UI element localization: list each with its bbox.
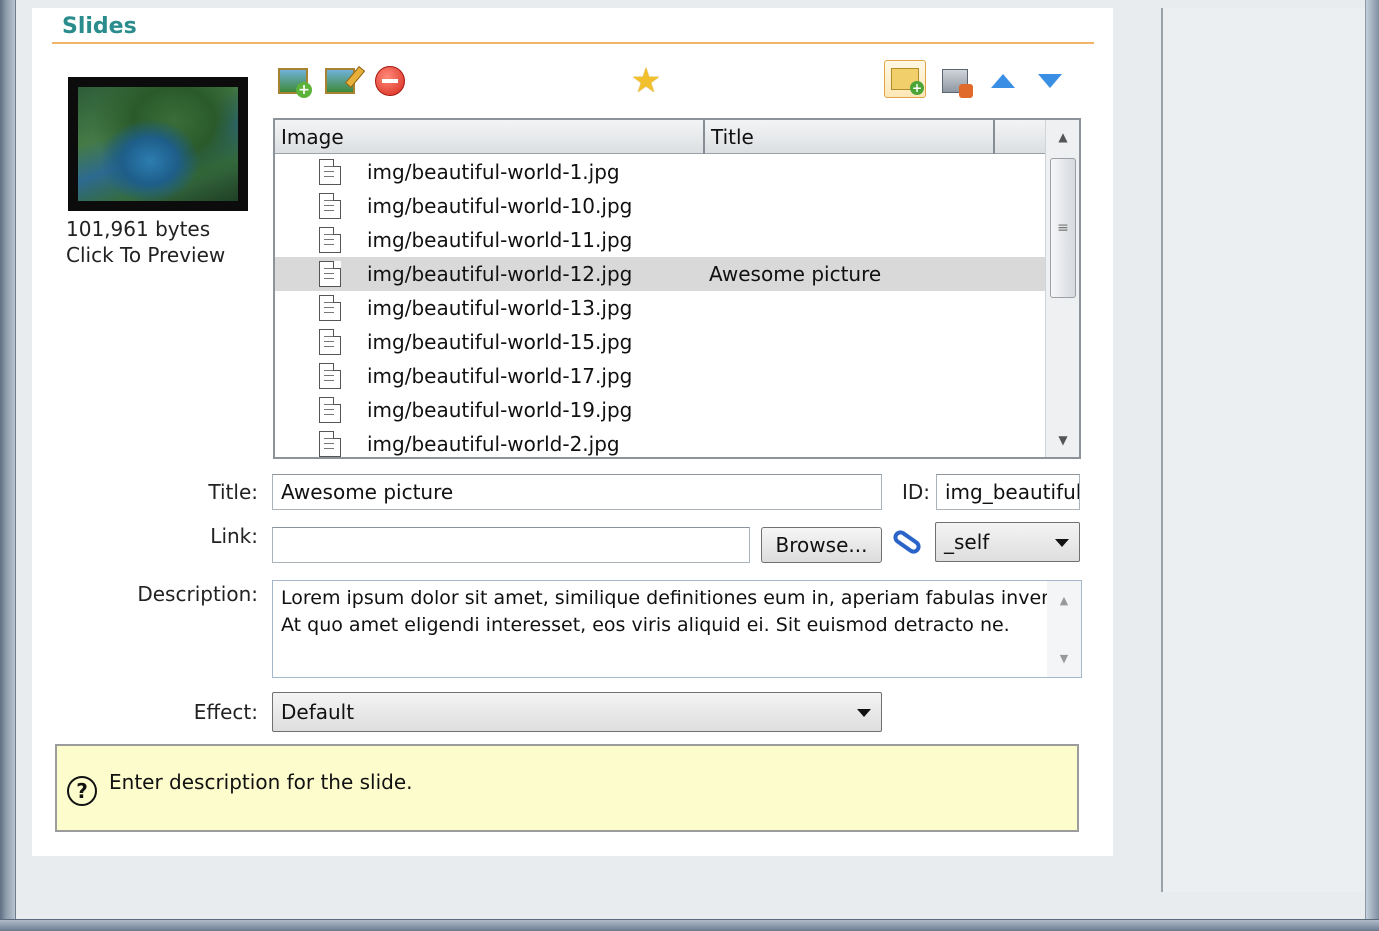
list-row[interactable]: img/beautiful-world-17.jpg [275,359,1045,393]
description-line-1: Lorem ipsum dolor sit amet, similique de… [281,587,1059,609]
file-size: 101,961 bytes [66,217,211,241]
preview-meta: 101,961 bytes Click To Preview [66,216,225,268]
window-bottom-border [0,919,1379,931]
add-image-button[interactable]: + [276,64,312,98]
attach-link-icon[interactable] [890,527,924,557]
link-label: Link: [210,524,258,548]
file-icon [319,261,341,287]
file-icon [319,159,341,185]
file-icon [319,431,341,457]
browse-button[interactable]: Browse... [761,527,882,563]
column-header-image[interactable]: Image [275,120,705,154]
row-image-path: img/beautiful-world-10.jpg [367,194,633,218]
row-image-path: img/beautiful-world-11.jpg [367,228,633,252]
slides-list[interactable]: Image Title img/beautiful-world-1.jpg im… [273,118,1081,459]
description-label: Description: [137,582,258,606]
window-right-border [1365,0,1379,931]
section-title: Slides [62,14,137,39]
id-input[interactable]: img_beautiful [936,474,1080,510]
set-default-button[interactable]: ★ [629,64,663,98]
effect-select[interactable]: Default [272,692,882,732]
effect-value: Default [281,700,355,724]
scroll-up-icon[interactable]: ▲ [1047,585,1081,615]
title-input[interactable]: Awesome picture [272,474,882,510]
list-header: Image Title [275,120,1045,154]
column-header-spacer [995,120,1045,154]
target-select[interactable]: _self [935,522,1080,562]
list-row[interactable]: img/beautiful-world-10.jpg [275,189,1045,223]
id-label: ID: [901,480,930,504]
title-label: Title: [208,480,258,504]
delete-button[interactable] [373,64,407,98]
thumbnail-image [78,87,238,201]
list-row-selected[interactable]: img/beautiful-world-12.jpg Awesome pictu… [275,257,1045,291]
row-image-path: img/beautiful-world-1.jpg [367,160,620,184]
scroll-up-icon[interactable]: ▲ [1046,120,1079,154]
scroll-down-icon[interactable]: ▼ [1046,423,1079,457]
list-row[interactable]: img/beautiful-world-15.jpg [275,325,1045,359]
row-image-path: img/beautiful-world-13.jpg [367,296,633,320]
row-image-path: img/beautiful-world-12.jpg [367,262,633,286]
help-text: Enter description for the slide. [109,770,413,794]
preview-thumbnail[interactable] [68,77,248,211]
add-folder-button[interactable]: + [884,60,926,98]
row-image-path: img/beautiful-world-17.jpg [367,364,633,388]
link-input[interactable] [272,527,750,563]
delete-icon [375,66,405,96]
list-scrollbar[interactable]: ▲ ≡ ▼ [1045,120,1079,457]
target-value: _self [944,530,990,554]
row-image-path: img/beautiful-world-15.jpg [367,330,633,354]
description-line-2: At quo amet eligendi interesset, eos vir… [281,614,1010,636]
right-side-panel [1161,8,1365,892]
list-row[interactable]: img/beautiful-world-19.jpg [275,393,1045,427]
list-row[interactable]: img/beautiful-world-11.jpg [275,223,1045,257]
file-icon [319,397,341,423]
description-scrollbar[interactable]: ▲ ▼ [1047,581,1081,677]
chevron-down-icon [857,709,871,717]
help-icon: ? [67,776,97,806]
star-icon: ★ [630,61,662,101]
help-box: ? Enter description for the slide. [55,744,1079,832]
move-down-button[interactable] [1033,64,1067,98]
file-icon [319,227,341,253]
section-divider [52,42,1094,44]
chevron-down-icon [1055,539,1069,547]
window-left-border [0,0,16,931]
add-folder-icon: + [891,68,924,95]
package-icon [942,69,973,98]
description-textarea[interactable]: Lorem ipsum dolor sit amet, similique de… [272,580,1082,678]
list-row[interactable]: img/beautiful-world-13.jpg [275,291,1045,325]
list-row[interactable]: img/beautiful-world-2.jpg [275,427,1045,457]
column-header-title[interactable]: Title [705,120,995,154]
package-button[interactable] [938,64,973,98]
move-up-button[interactable] [986,64,1020,98]
list-row[interactable]: img/beautiful-world-1.jpg [275,155,1045,189]
arrow-up-icon [991,74,1015,88]
arrow-down-icon [1038,74,1062,88]
effect-label: Effect: [193,700,258,724]
add-image-icon: + [278,68,312,98]
file-icon [319,329,341,355]
edit-image-icon [325,66,366,94]
file-icon [319,193,341,219]
row-title: Awesome picture [709,262,882,286]
scroll-down-icon[interactable]: ▼ [1047,643,1081,673]
preview-hint[interactable]: Click To Preview [66,242,225,268]
scroll-thumb[interactable]: ≡ [1050,158,1076,298]
edit-image-button[interactable] [323,64,366,98]
list-rows: img/beautiful-world-1.jpg img/beautiful-… [275,155,1045,457]
row-image-path: img/beautiful-world-19.jpg [367,398,633,422]
row-image-path: img/beautiful-world-2.jpg [367,432,620,456]
file-icon [319,295,341,321]
file-icon [319,363,341,389]
